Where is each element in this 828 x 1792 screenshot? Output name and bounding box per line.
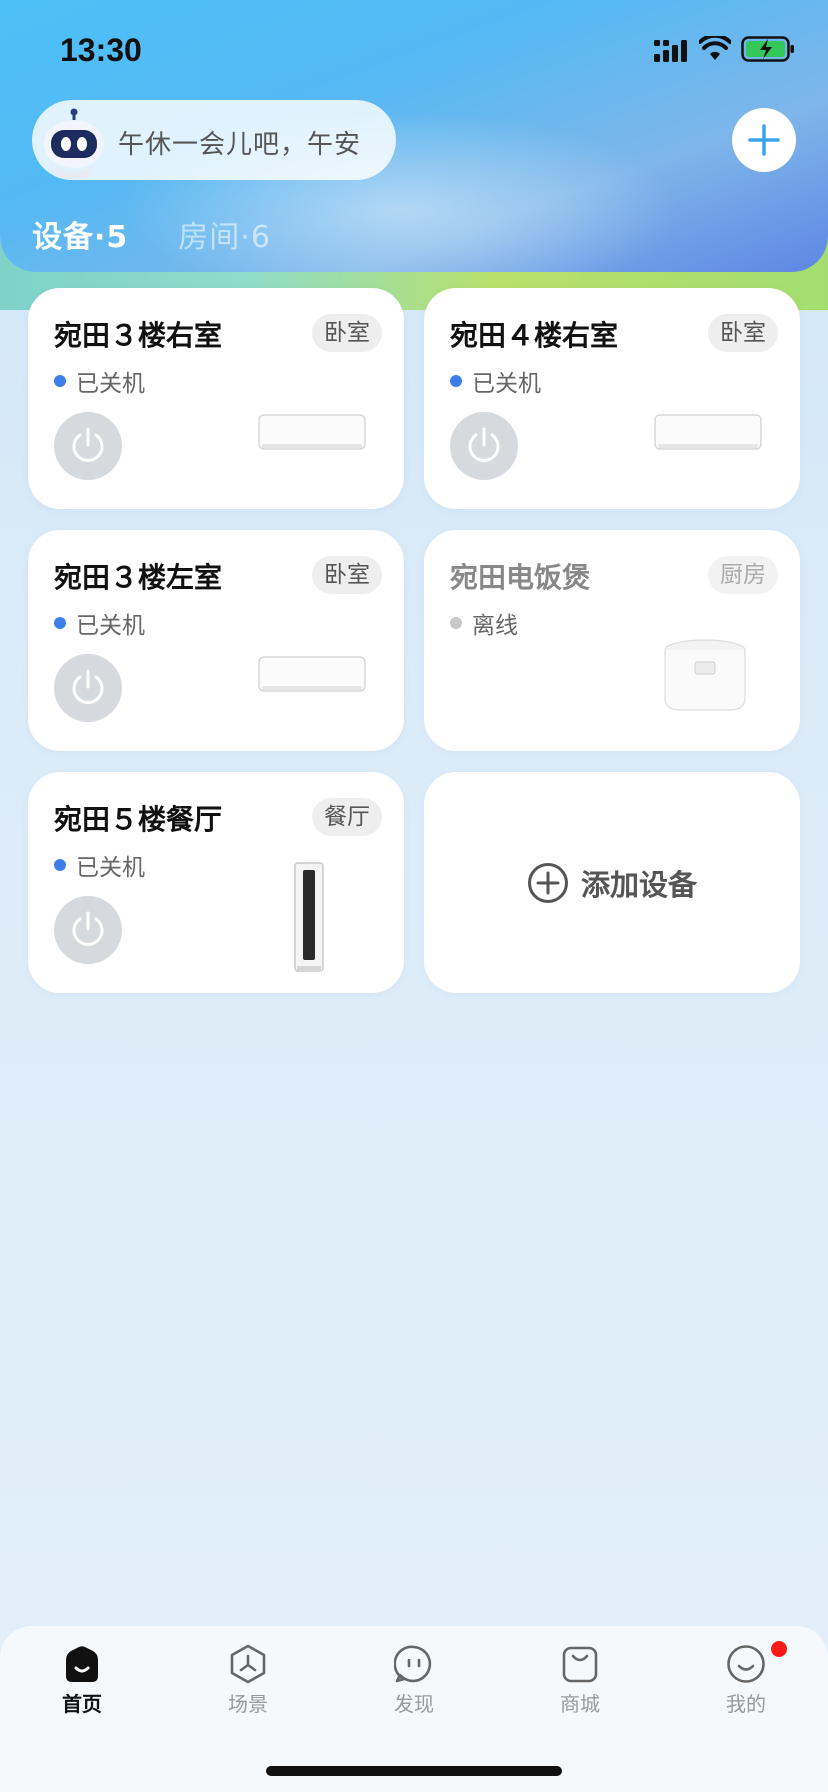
device-name: 宛田３楼右室 xyxy=(54,319,223,352)
rice-cooker-image xyxy=(664,639,746,711)
wall-ac-image xyxy=(654,414,762,450)
power-icon xyxy=(72,669,104,704)
add-device-label: 添加设备 xyxy=(580,867,697,902)
battery-charging-icon xyxy=(741,36,794,62)
status-time: 13:30 xyxy=(60,32,142,68)
status-bar: 13:30 xyxy=(0,0,828,100)
status-dot xyxy=(54,375,66,387)
profile-icon xyxy=(727,1645,765,1683)
device-card[interactable]: 宛田３楼左室 卧室 已关机 xyxy=(28,530,404,751)
device-name: 宛田４楼右室 xyxy=(450,319,619,352)
notification-dot xyxy=(771,1641,787,1657)
device-status-text: 离线 xyxy=(472,613,518,639)
room-badge: 餐厅 xyxy=(312,798,382,836)
device-status: 已关机 xyxy=(54,848,145,882)
tab-rooms[interactable]: 房间·6 xyxy=(178,212,271,256)
device-name: 宛田３楼左室 xyxy=(54,561,223,594)
device-card[interactable]: 宛田５楼餐厅 餐厅 已关机 xyxy=(28,772,404,993)
nav-scene[interactable]: 场景 xyxy=(208,1644,288,1717)
device-card[interactable]: 宛田４楼右室 卧室 已关机 xyxy=(424,288,800,509)
room-badge: 卧室 xyxy=(312,314,382,352)
device-name: 宛田５楼餐厅 xyxy=(54,803,223,836)
device-grid: 宛田３楼右室 卧室 已关机 宛田４楼右室 卧室 已关机 宛田３楼左室 卧室 已关… xyxy=(28,288,800,993)
status-dot xyxy=(450,617,462,629)
header-tabs: 设备·5 房间·6 xyxy=(32,212,271,256)
device-status-text: 已关机 xyxy=(76,613,145,639)
mall-icon xyxy=(562,1646,598,1683)
device-status-text: 已关机 xyxy=(76,855,145,881)
home-indicator xyxy=(266,1766,562,1776)
device-status-text: 已关机 xyxy=(472,371,541,397)
greeting-text: 午休一会儿吧，午安 xyxy=(118,130,362,160)
device-status-text: 已关机 xyxy=(76,371,145,397)
device-status: 已关机 xyxy=(54,606,145,640)
device-name: 宛田电饭煲 xyxy=(450,561,591,594)
nav-label: 我的 xyxy=(726,1692,766,1716)
add-circle-icon xyxy=(527,862,568,903)
device-card[interactable]: 宛田３楼右室 卧室 已关机 xyxy=(28,288,404,509)
add-device-card[interactable]: 添加设备 xyxy=(424,772,800,993)
status-dot xyxy=(54,617,66,629)
status-dot xyxy=(450,375,462,387)
nav-discover[interactable]: 发现 xyxy=(374,1644,454,1717)
device-status: 离线 xyxy=(450,606,518,640)
power-button[interactable] xyxy=(54,654,122,722)
nav-mall[interactable]: 商城 xyxy=(540,1644,620,1717)
home-icon xyxy=(66,1646,98,1682)
room-badge: 卧室 xyxy=(708,314,778,352)
nav-label: 首页 xyxy=(62,1692,102,1716)
room-badge: 卧室 xyxy=(312,556,382,594)
add-button[interactable] xyxy=(732,108,796,172)
nav-label: 发现 xyxy=(394,1692,434,1716)
nav-label: 商城 xyxy=(560,1692,600,1716)
plus-icon xyxy=(748,124,780,156)
power-button[interactable] xyxy=(450,412,518,480)
power-button[interactable] xyxy=(54,412,122,480)
device-card[interactable]: 宛田电饭煲 厨房 离线 xyxy=(424,530,800,751)
assistant-robot-icon xyxy=(44,108,104,179)
room-badge: 厨房 xyxy=(708,556,778,594)
scene-icon xyxy=(230,1644,266,1684)
discover-icon xyxy=(394,1645,432,1683)
nav-label: 场景 xyxy=(228,1692,268,1716)
tab-devices[interactable]: 设备·5 xyxy=(32,212,128,256)
nav-home[interactable]: 首页 xyxy=(42,1644,122,1717)
power-icon xyxy=(468,427,500,462)
status-dot xyxy=(54,859,66,871)
power-icon xyxy=(72,911,104,946)
device-status: 已关机 xyxy=(450,364,541,398)
greeting-pill[interactable]: 午休一会儿吧，午安 xyxy=(32,100,396,180)
cellular-signal-icon xyxy=(654,40,687,62)
wall-ac-image xyxy=(258,414,366,450)
device-status: 已关机 xyxy=(54,364,145,398)
wifi-icon xyxy=(699,36,731,60)
power-button[interactable] xyxy=(54,896,122,964)
power-icon xyxy=(72,427,104,462)
wall-ac-image xyxy=(258,656,366,692)
tower-ac-image xyxy=(294,862,324,972)
